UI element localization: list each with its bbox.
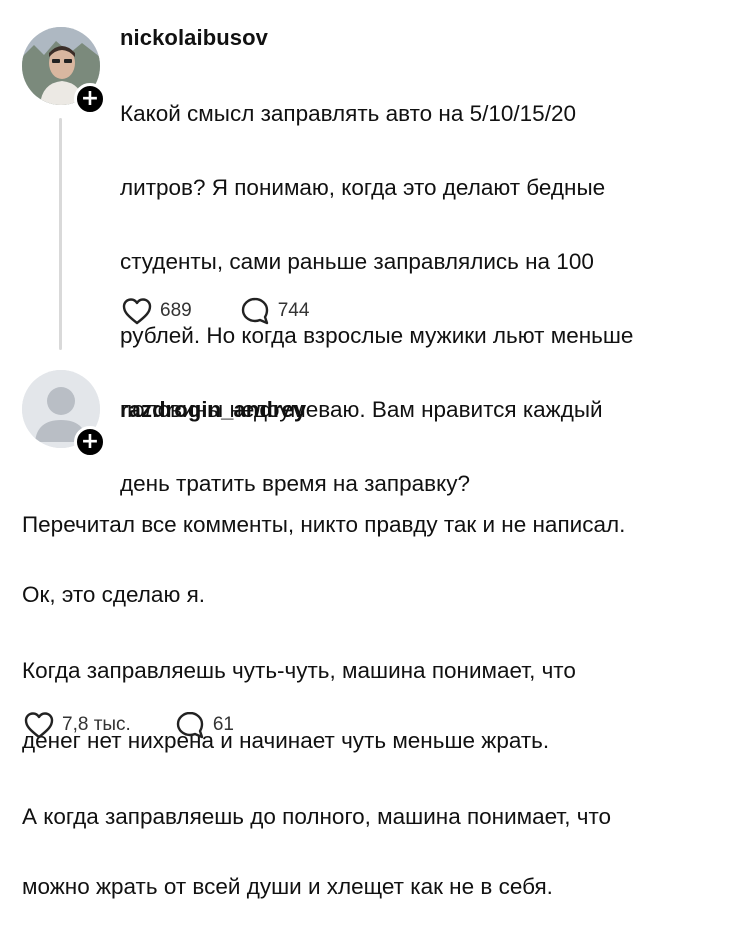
reply-text-line: Ок, это сделаю я. bbox=[22, 582, 205, 607]
like-button[interactable]: 7,8 тыс. bbox=[24, 711, 131, 739]
heart-outline-icon bbox=[24, 712, 54, 739]
like-button[interactable]: 689 bbox=[122, 297, 192, 325]
post-text-line: студенты, сами раньше заправлялись на 10… bbox=[120, 249, 594, 274]
speech-bubble-icon bbox=[241, 297, 268, 325]
comment-button[interactable]: 61 bbox=[175, 710, 234, 740]
speech-bubble-icon bbox=[176, 711, 204, 739]
thread-line bbox=[59, 118, 62, 350]
post-text-line: литров? Я понимаю, когда это делают бедн… bbox=[120, 175, 606, 200]
reply-username[interactable]: razdrogin_andrey bbox=[120, 397, 306, 423]
reply-text-line: можно жрать от всей души и хлещет как не… bbox=[22, 874, 553, 899]
comment-button[interactable]: 744 bbox=[240, 296, 310, 326]
post-username[interactable]: nickolaibusov bbox=[120, 25, 268, 51]
like-count: 689 bbox=[160, 300, 192, 321]
like-count: 7,8 тыс. bbox=[62, 714, 131, 735]
reply-text-line: Когда заправляешь чуть-чуть, машина пони… bbox=[22, 658, 576, 683]
reply-text: Перечитал все комменты, никто правду так… bbox=[22, 472, 732, 939]
comment-count: 744 bbox=[277, 300, 310, 321]
follow-plus-icon[interactable]: + bbox=[74, 426, 106, 458]
post-actions: 689 744 bbox=[122, 296, 357, 326]
heart-outline-icon bbox=[122, 298, 152, 325]
post-text-line: Какой смысл заправлять авто на 5/10/15/2… bbox=[120, 101, 576, 126]
comment-count: 61 bbox=[212, 714, 234, 735]
reply-text-line: А когда заправляешь до полного, машина п… bbox=[22, 804, 612, 829]
reply-actions: 7,8 тыс. 61 bbox=[24, 710, 282, 740]
follow-plus-icon[interactable]: + bbox=[74, 83, 106, 115]
reply-text-line: Перечитал все комменты, никто правду так… bbox=[22, 512, 626, 537]
